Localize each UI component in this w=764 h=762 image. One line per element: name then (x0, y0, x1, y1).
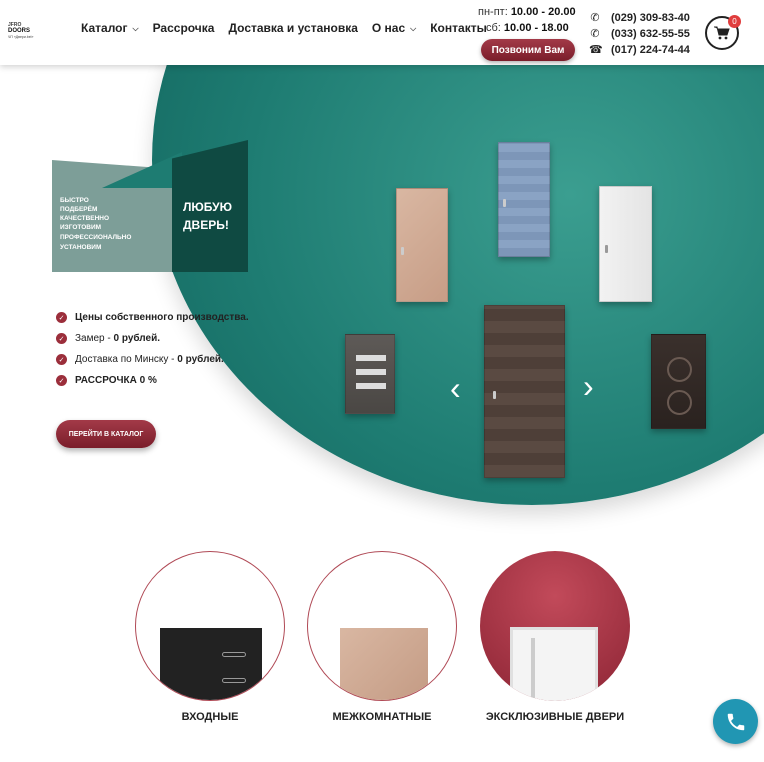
logo-line3: ЧП «Двери.bel» (8, 35, 34, 39)
nav-about[interactable]: О нас ⌵ (372, 21, 416, 35)
phone-row[interactable]: ✆ (033) 632-55-55 (589, 26, 690, 42)
banner-headline: ЛЮБУЮ ДВЕРЬ! (183, 198, 232, 234)
feature-bold: 0 рублей. (113, 333, 161, 344)
chevron-down-icon: ⌵ (410, 24, 417, 33)
feature-item: ✓ РАССРОЧКА 0 % (56, 370, 249, 391)
category-circle (480, 551, 630, 701)
door-image[interactable] (396, 188, 448, 302)
slider-prev-arrow[interactable]: ‹ (450, 372, 461, 404)
phone-row[interactable]: ✆ (029) 309-83-40 (589, 10, 690, 26)
feature-text: РАССРОЧКА 0 % (75, 375, 157, 386)
category-interior[interactable]: МЕЖКОМНАТНЫЕ (307, 551, 457, 723)
interior-door-image (340, 628, 428, 700)
phone-number: (033) 632-55-55 (611, 28, 690, 40)
category-exclusive[interactable]: ЭКСКЛЮЗИВНЫЕ ДВЕРИ (480, 551, 630, 723)
door-image[interactable] (651, 334, 706, 429)
floating-call-button[interactable] (713, 699, 758, 744)
saturday-label: сб: (486, 22, 501, 34)
phone-icon (727, 713, 744, 730)
category-circle (135, 551, 285, 701)
check-icon: ✓ (56, 333, 67, 344)
category-circle (307, 551, 457, 701)
feature-text: Цены собственного производства. (75, 312, 249, 323)
banner-line: УСТАНОВИМ (60, 244, 102, 251)
cart-button[interactable]: 0 (705, 15, 741, 50)
weekday-hours: 10.00 - 20.00 (510, 6, 576, 18)
working-hours: пн-пт: 10.00 - 20.00 сб: 10.00 - 18.00 (478, 4, 576, 36)
banner-headline-line: ЛЮБУЮ (183, 200, 232, 214)
go-to-catalog-button[interactable]: ПЕРЕЙТИ В КАТАЛОГ (56, 420, 156, 448)
category-label: ВХОДНЫЕ (181, 711, 239, 723)
nav-label: О нас (371, 21, 406, 35)
feature-bold: 0 рублей. (177, 354, 224, 365)
door-image[interactable] (345, 334, 395, 414)
main-nav: Каталог ⌵ Рассрочка Доставка и установка… (81, 21, 487, 35)
landline-phone-icon: ☎ (589, 44, 603, 56)
callback-button[interactable]: Позвоним Вам (481, 39, 575, 61)
feature-item: ✓ Замер - 0 рублей. (56, 328, 249, 349)
mobile-phone-icon: ✆ (590, 12, 600, 24)
exclusive-door-image (510, 627, 598, 701)
saturday-hours: 10.00 - 18.00 (503, 22, 569, 34)
banner-line: ПРОФЕССИОНАЛЬНО (60, 234, 132, 241)
logo-line2: DOORS (8, 28, 31, 34)
feature-text: Доставка по Минску - (75, 354, 178, 365)
mobile-phone-icon: ✆ (590, 28, 600, 40)
nav-installment[interactable]: Рассрочка (153, 21, 215, 35)
banner-line: БЫСТРО ПОДБЕРЁМ (60, 197, 98, 213)
slider-next-arrow[interactable]: › (583, 370, 594, 402)
feature-item: ✓ Цены собственного производства. (56, 307, 249, 328)
entrance-door-image (160, 628, 262, 700)
check-icon: ✓ (56, 354, 67, 365)
phone-row[interactable]: ☎ (017) 224-74-44 (589, 42, 690, 58)
banner-headline-line: ДВЕРЬ! (183, 218, 229, 232)
phone-number: (017) 224-74-44 (611, 44, 690, 56)
nav-catalog[interactable]: Каталог ⌵ (81, 21, 139, 35)
check-icon: ✓ (56, 375, 67, 386)
site-header: JFRO DOORS ЧП «Двери.bel» Каталог ⌵ Расс… (0, 0, 764, 65)
cart-icon (714, 26, 730, 40)
door-image[interactable] (484, 305, 565, 478)
hero-section (0, 65, 764, 545)
door-image[interactable] (498, 142, 550, 257)
features-list: ✓ Цены собственного производства. ✓ Заме… (56, 307, 249, 391)
chevron-down-icon: ⌵ (132, 24, 139, 33)
nav-label: Каталог (81, 21, 128, 35)
category-entrance[interactable]: ВХОДНЫЕ (135, 551, 285, 723)
door-image[interactable] (599, 186, 652, 302)
hero-circle-background (152, 65, 764, 505)
logo[interactable]: JFRO DOORS ЧП «Двери.bel» (8, 22, 48, 44)
banner-line: КАЧЕСТВЕННО ИЗГОТОВИМ (60, 215, 110, 231)
feature-text: Замер - (75, 333, 114, 344)
feature-item: ✓ Доставка по Минску - 0 рублей. (56, 349, 249, 370)
category-label: МЕЖКОМНАТНЫЕ (332, 711, 432, 723)
phone-number: (029) 309-83-40 (611, 12, 690, 24)
check-icon: ✓ (56, 312, 67, 323)
category-label: ЭКСКЛЮЗИВНЫЕ ДВЕРИ (485, 711, 625, 723)
nav-delivery[interactable]: Доставка и установка (228, 21, 357, 35)
nav-label: Рассрочка (152, 21, 215, 35)
phone-list: ✆ (029) 309-83-40 ✆ (033) 632-55-55 ☎ (0… (589, 10, 690, 58)
nav-label: Доставка и установка (228, 21, 358, 35)
cart-count-badge: 0 (728, 15, 741, 28)
weekday-label: пн-пт: (478, 6, 508, 18)
